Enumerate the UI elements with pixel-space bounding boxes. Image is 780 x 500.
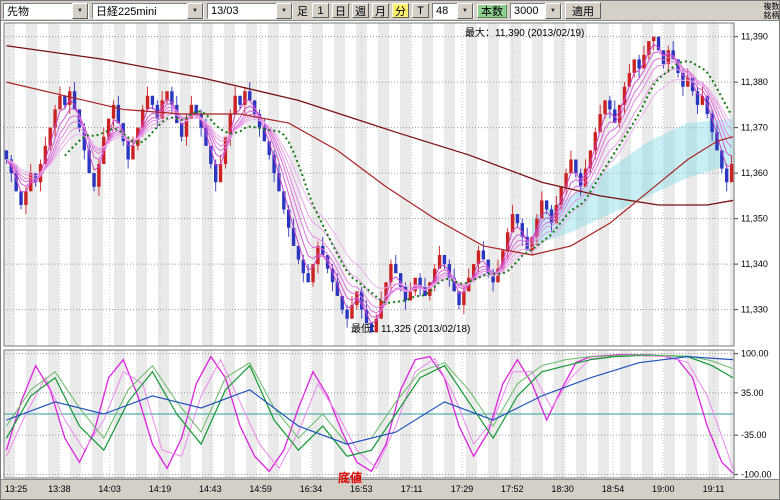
time-axis-label: 17:29 — [447, 484, 477, 494]
osc-line-mid-green — [6, 355, 733, 456]
candle-body — [603, 100, 606, 114]
candle-body — [345, 310, 348, 319]
apply-button[interactable]: 適用 — [565, 2, 601, 19]
candle-body — [462, 291, 465, 305]
candle-body — [516, 214, 519, 223]
candle-body — [574, 159, 577, 173]
instrument-name-value: 日経225mini — [96, 3, 157, 19]
candle-body — [214, 164, 217, 182]
tick-chart-button[interactable]: T — [412, 3, 429, 18]
price-axis-label: 11,360 — [741, 168, 768, 178]
time-axis-label: 17:52 — [497, 484, 527, 494]
instrument-type-value: 先物 — [7, 3, 29, 19]
session-low-annotation: 最低：11,325 (2013/02/18) — [351, 320, 470, 335]
time-axis-label: 14:43 — [195, 484, 225, 494]
time-axis-label: 14:59 — [246, 484, 276, 494]
price-axis-label: 11,330 — [741, 305, 768, 315]
price-axis-label: 11,390 — [741, 32, 768, 42]
period-button-week[interactable]: 週 — [352, 3, 369, 18]
time-axis-label: 14:03 — [95, 484, 125, 494]
instrument-type-select[interactable]: 先物 ▼ — [3, 3, 89, 19]
candle-body — [725, 169, 728, 183]
candle-body — [146, 96, 149, 110]
candle-body — [19, 191, 22, 205]
candle-body — [92, 173, 95, 187]
candle-body — [730, 164, 733, 182]
candle-body — [5, 150, 8, 159]
price-axis-label: 11,340 — [741, 259, 768, 269]
price-axis-label: 11,380 — [741, 77, 768, 87]
osc-axis-label: 100.00 — [741, 349, 769, 359]
contract-month-value: 13/03 — [211, 5, 239, 17]
chevron-down-icon[interactable]: ▼ — [276, 3, 292, 19]
chevron-down-icon[interactable]: ▼ — [545, 3, 561, 19]
candle-body — [63, 96, 66, 105]
period-button-month[interactable]: 月 — [372, 3, 389, 18]
candle-body — [282, 191, 285, 209]
tick-interval-value: 48 — [436, 5, 448, 17]
chart-canvas: 11,390 11,380 11,370 11,360 11,350 11,340 11,3… — [1, 1, 780, 500]
osc-axis-label: -100.00 — [741, 469, 772, 479]
candle-body — [219, 164, 222, 182]
candle-body — [233, 96, 236, 114]
time-axis-label: 17:11 — [397, 484, 427, 494]
session-high-annotation: 最大：11,390 (2013/02/19) — [465, 24, 584, 39]
time-axis-label: 13:25 — [1, 484, 31, 494]
time-axis-label: 16:34 — [296, 484, 326, 494]
candle-body — [151, 96, 154, 105]
candle-body — [608, 100, 611, 109]
candle-body — [287, 210, 290, 228]
bar-count-select[interactable]: 3000 ▼ — [510, 3, 562, 19]
bar-count-value: 3000 — [514, 5, 538, 17]
time-axis-label: 14:19 — [145, 484, 175, 494]
period-button-1[interactable]: 1 — [312, 3, 329, 18]
chevron-down-icon[interactable]: ▼ — [72, 3, 88, 19]
bar-count-label: 本数 — [477, 4, 507, 18]
chevron-down-icon[interactable]: ▼ — [457, 3, 473, 19]
time-axis: 13:2513:3814:0314:1914:4314:5916:3416:53… — [1, 479, 780, 500]
chevron-down-icon[interactable]: ▼ — [187, 3, 203, 19]
price-axis-label: 11,350 — [741, 214, 768, 224]
candle-body — [443, 255, 446, 264]
candle-body — [569, 159, 572, 173]
tick-interval-select[interactable]: 48 ▼ — [432, 3, 474, 19]
osc-line-mid-green-2 — [6, 355, 733, 444]
period-button-minute[interactable]: 分 — [392, 3, 409, 18]
candle-body — [306, 273, 309, 282]
osc-axis-label: -35.00 — [741, 430, 767, 440]
osc-axis-label: 35.00 — [741, 388, 764, 398]
time-axis-label: 18:54 — [598, 484, 628, 494]
timeframe-label: 足 — [296, 3, 309, 19]
price-axis-label: 11,370 — [741, 123, 768, 133]
time-axis-label: 13:38 — [44, 484, 74, 494]
bottom-price-annotation: 底値 — [338, 469, 362, 486]
instrument-name-select[interactable]: 日経225mini ▼ — [92, 3, 204, 19]
osc-line-fast-pink — [6, 355, 733, 468]
candle-body — [131, 146, 134, 160]
candle-body — [24, 191, 27, 205]
candle-body — [58, 96, 61, 110]
contract-month-select[interactable]: 13/03 ▼ — [207, 3, 293, 19]
toolbar: 先物 ▼ 日経225mini ▼ 13/03 ▼ 足 1 日 週 月 分 T 4… — [1, 1, 780, 21]
time-axis-label: 19:00 — [648, 484, 678, 494]
candle-body — [238, 96, 241, 105]
candle-body — [652, 37, 655, 42]
candle-body — [248, 91, 251, 100]
candle-body — [633, 59, 636, 73]
time-axis-label: 18:30 — [548, 484, 578, 494]
candle-body — [68, 91, 71, 105]
candle-body — [545, 200, 548, 209]
period-button-day[interactable]: 日 — [332, 3, 349, 18]
candle-body — [637, 59, 640, 68]
candle-body — [394, 264, 397, 273]
chart-window: 11,390 11,380 11,370 11,360 11,350 11,340 11,3… — [0, 0, 780, 500]
time-axis-label: 19:11 — [699, 484, 729, 494]
candle-body — [482, 250, 485, 259]
multi-symbol-button[interactable]: 複数銘柄 — [763, 2, 780, 20]
candle-body — [662, 50, 665, 64]
